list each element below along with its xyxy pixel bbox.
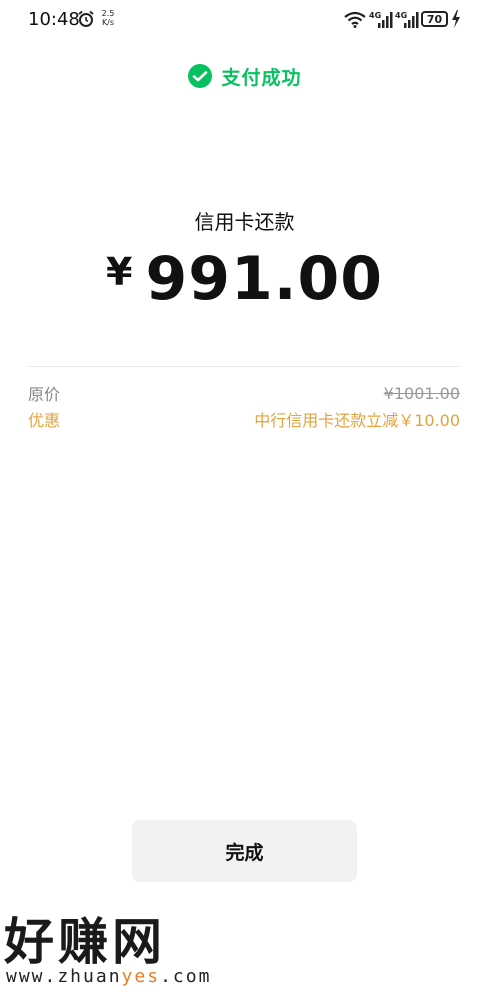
currency-symbol: ¥ (106, 250, 134, 294)
signal-icon: 4G (369, 11, 393, 28)
network-speed-value: 2.5 (101, 9, 115, 18)
watermark-logo: 好赚网 (4, 913, 166, 971)
wifi-icon (344, 11, 366, 28)
network-type-label: 4G (369, 11, 381, 20)
watermark-url-highlight: yes (121, 966, 161, 987)
alarm-icon (78, 10, 94, 27)
watermark-url-prefix: www.zhuan (6, 966, 122, 987)
network-speed-unit: K/s (101, 18, 115, 27)
amount-value: 991.00 (145, 244, 383, 314)
discount-value: 中行信用卡还款立减￥10.00 (254, 411, 460, 430)
battery-level: 70 (426, 12, 443, 26)
status-time: 10:48 (28, 9, 80, 30)
watermark-url-suffix: .com (160, 966, 212, 987)
original-price-label: 原价 (28, 385, 61, 404)
discount-label: 优惠 (28, 411, 61, 430)
payment-amount: ¥991.00 (0, 244, 489, 314)
payment-success-screen: 10:48 2.5 K/s 4G 4G 70 支付成功 信用卡还款 ¥ 991.… (0, 0, 489, 1000)
done-button[interactable]: 完成 (132, 820, 357, 882)
status-bar: 10:48 2.5 K/s 4G 4G 70 (0, 0, 489, 40)
charging-bolt-icon (452, 10, 460, 28)
original-price-value: ¥1001.00 (383, 383, 460, 403)
original-price-row: 原价 ¥1001.00 (28, 381, 460, 405)
watermark-url: www.zhuanyes.com (6, 966, 211, 987)
battery-icon: 70 (421, 11, 448, 27)
payment-status-text: 支付成功 (221, 66, 302, 89)
signal-icon: 4G (395, 11, 419, 28)
divider (28, 366, 460, 367)
discount-row: 优惠 中行信用卡还款立减￥10.00 (28, 407, 460, 431)
payment-title: 信用卡还款 (194, 210, 295, 234)
network-type-label: 4G (395, 11, 407, 20)
network-speed: 2.5 K/s (98, 9, 118, 27)
wechat-pay-icon (188, 64, 213, 88)
payment-status: 支付成功 (0, 60, 489, 92)
